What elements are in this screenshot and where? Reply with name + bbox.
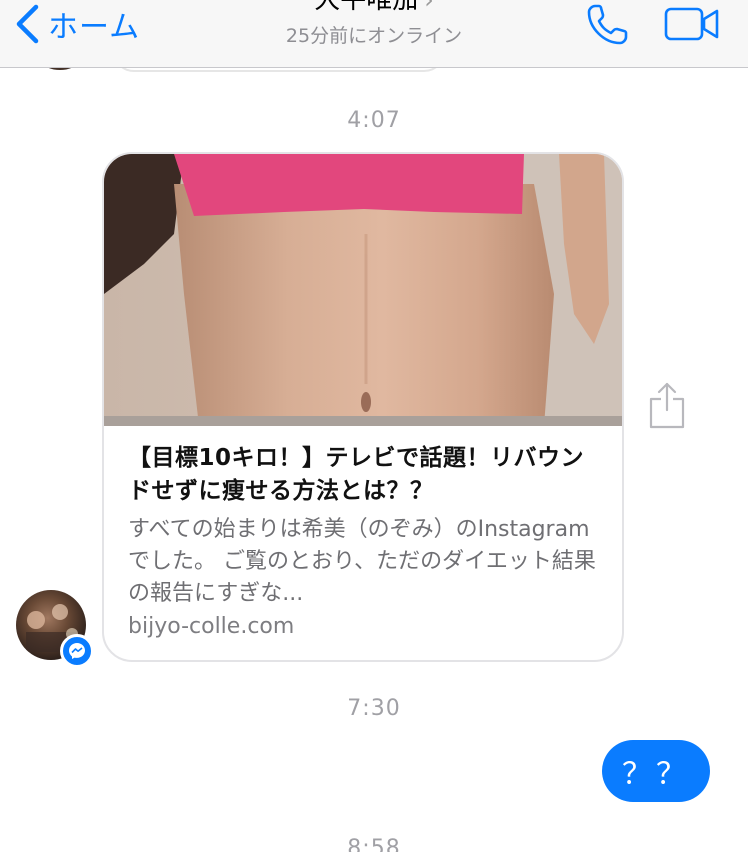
share-button[interactable] — [648, 382, 686, 430]
timestamp: 4:07 — [347, 108, 401, 133]
link-preview-image — [104, 154, 622, 426]
link-preview-text: 【目標10キロ！】テレビで話題！リバウンドせずに痩せる方法とは？？ すべての始ま… — [104, 426, 622, 660]
outgoing-message-bubble[interactable]: ？？ — [602, 740, 710, 802]
share-icon — [649, 382, 685, 429]
back-button-label: ホーム — [48, 10, 141, 45]
messenger-badge-icon — [60, 634, 94, 668]
link-preview-description: すべての始まりは希美（のぞみ）のInstagramでした。 ご覧のとおり、ただの… — [128, 517, 596, 606]
call-button[interactable] — [586, 2, 630, 46]
chat-header: ホーム 大平唯加 › 25分前にオンライン — [0, 0, 748, 68]
video-camera-icon — [664, 7, 719, 41]
contact-status: 25分前にオンライン — [285, 25, 463, 47]
timestamp: 8:58 — [347, 836, 401, 852]
video-call-button[interactable] — [664, 6, 720, 42]
contact-info-button[interactable]: 大平唯加 › 25分前にオンライン — [200, 0, 548, 50]
link-preview-domain: bijyo-colle.com — [128, 614, 295, 639]
chat-screen: ホーム 大平唯加 › 25分前にオンライン 4:07 【目標10キロ！】テレビで… — [0, 0, 748, 852]
contact-name: 大平唯加 — [314, 0, 419, 15]
link-preview-card[interactable]: 【目標10キロ！】テレビで話題！リバウンドせずに痩せる方法とは？？ すべての始ま… — [102, 152, 624, 662]
chevron-left-icon — [16, 4, 39, 44]
chevron-right-icon: › — [424, 0, 434, 14]
phone-icon — [587, 4, 628, 45]
back-button[interactable]: ホーム — [14, 4, 141, 45]
link-preview-title: 【目標10キロ！】テレビで話題！リバウンドせずに痩せる方法とは？？ — [128, 445, 585, 504]
timestamp: 7:30 — [347, 696, 401, 721]
